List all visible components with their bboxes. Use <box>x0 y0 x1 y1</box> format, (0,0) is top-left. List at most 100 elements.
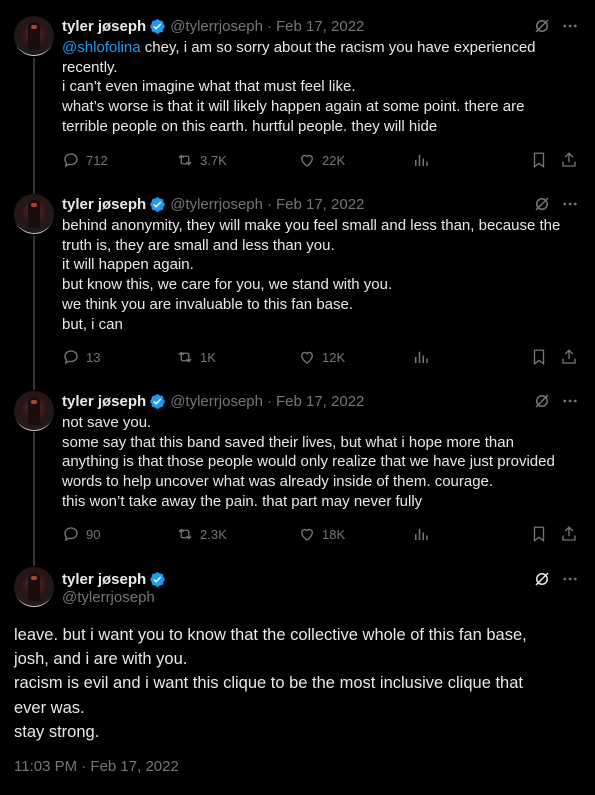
like-count: 12K <box>322 349 346 365</box>
avatar[interactable] <box>14 16 54 56</box>
reply-count: 90 <box>86 526 101 542</box>
repost-icon <box>178 351 192 363</box>
repost-button[interactable]: 3.7K <box>176 150 227 170</box>
verified-badge-icon <box>150 18 165 34</box>
more-icon[interactable] <box>561 392 579 410</box>
more-icon[interactable] <box>561 195 579 213</box>
avatar[interactable] <box>14 194 54 234</box>
bookmark-button[interactable] <box>530 524 548 544</box>
handle[interactable]: @tylerrjoseph <box>170 393 263 410</box>
reply-icon <box>64 527 78 542</box>
text-line: racism is evil and i want this clique to… <box>14 674 523 693</box>
views-button[interactable] <box>412 347 430 367</box>
tweet[interactable]: tyler jøseph @tylerrjoseph · Feb 17, 202… <box>0 178 595 378</box>
reply-icon <box>64 350 78 365</box>
reply-button[interactable]: 13 <box>62 347 100 367</box>
text-line: leave. but i want you to know that the c… <box>14 626 527 644</box>
separator: · <box>266 17 272 35</box>
more-icon[interactable] <box>561 570 579 588</box>
views-icon <box>415 528 428 540</box>
timestamp[interactable]: 11:03 PM · Feb 17, 2022 <box>14 758 179 775</box>
text-line: chey, i am so sorry about the racism you… <box>144 39 536 56</box>
share-button[interactable] <box>560 150 578 170</box>
repost-icon <box>178 528 192 540</box>
bookmark-icon <box>533 152 545 169</box>
text-line: josh, and i are with you. <box>14 650 188 669</box>
text-line: what’s worse is that it will likely happ… <box>62 98 525 116</box>
verified-badge-icon <box>150 571 165 587</box>
reply-button[interactable]: 712 <box>62 150 108 170</box>
text-line: recently. <box>62 58 118 76</box>
like-button[interactable]: 12K <box>298 347 345 367</box>
share-button[interactable] <box>560 524 578 544</box>
text-line: but know this, we care for you, we stand… <box>62 276 393 294</box>
date[interactable]: Feb 17, 2022 <box>276 196 364 213</box>
repost-count: 3.7K <box>200 152 227 168</box>
tweet[interactable]: tyler jøseph @tylerrjoseph · Feb 17, 202… <box>0 375 595 555</box>
handle[interactable]: @tylerrjoseph <box>170 18 263 35</box>
bookmark-button[interactable] <box>530 150 548 170</box>
tweet-text: @shlofolina chey, i am so sorry about th… <box>62 38 582 137</box>
like-button[interactable]: 18K <box>298 524 345 544</box>
display-name[interactable]: tyler jøseph <box>62 18 146 35</box>
action-bar: 712 3.7K 22K <box>62 150 582 170</box>
action-bar: 90 2.3K 18K <box>62 524 582 544</box>
text-line: terrible people on this earth. hurtful p… <box>62 117 438 135</box>
text-line: not save you. <box>62 414 152 431</box>
tweet-header: tyler jøseph @tylerrjoseph · Feb 17, 202… <box>62 194 364 214</box>
reply-count: 13 <box>86 349 101 365</box>
reply-button[interactable]: 90 <box>62 524 100 544</box>
like-icon <box>301 154 313 167</box>
handle[interactable]: @tylerrjoseph <box>170 196 263 213</box>
tweet-header: tyler jøseph @tylerrjoseph · Feb 17, 202… <box>62 16 364 36</box>
more-icon[interactable] <box>561 17 579 35</box>
views-icon <box>415 154 428 166</box>
repost-count: 2.3K <box>200 526 227 542</box>
views-button[interactable] <box>412 150 430 170</box>
bookmark-button[interactable] <box>530 347 548 367</box>
text-line: some say that this band saved their live… <box>62 433 514 451</box>
handle[interactable]: @tylerrjoseph <box>62 589 166 606</box>
like-icon <box>301 528 313 541</box>
like-icon <box>301 351 313 364</box>
reply-count: 712 <box>86 152 108 168</box>
verified-badge-icon <box>150 196 165 212</box>
display-name[interactable]: tyler jøseph <box>62 196 146 213</box>
share-button[interactable] <box>560 347 578 367</box>
like-count: 18K <box>322 526 346 542</box>
grok-icon[interactable] <box>533 195 551 213</box>
text-line: it will happen again. <box>62 256 194 274</box>
tweet-header: tyler jøseph @tylerrjoseph · Feb 17, 202… <box>62 391 364 411</box>
avatar[interactable] <box>14 567 54 607</box>
text-line: but, i can <box>62 315 123 333</box>
views-icon <box>415 351 428 363</box>
repost-icon <box>178 154 192 166</box>
avatar[interactable] <box>14 391 54 431</box>
text-line: ever was. <box>14 698 85 717</box>
grok-icon[interactable] <box>533 570 551 588</box>
reply-icon <box>64 153 78 168</box>
date[interactable]: Feb 17, 2022 <box>276 18 364 35</box>
grok-icon[interactable] <box>533 17 551 35</box>
action-bar: 13 1K 12K <box>62 347 582 367</box>
like-button[interactable]: 22K <box>298 150 345 170</box>
text-line: we think you are invaluable to this fan … <box>62 295 354 313</box>
tweet-text: behind anonymity, they will make you fee… <box>62 216 582 334</box>
text-line: anything is that those people would only… <box>62 453 555 471</box>
repost-button[interactable]: 1K <box>176 347 216 367</box>
repost-count: 1K <box>200 349 216 365</box>
display-name[interactable]: tyler jøseph <box>62 393 146 410</box>
separator: · <box>266 392 272 410</box>
display-name[interactable]: tyler jøseph <box>62 571 146 588</box>
views-button[interactable] <box>412 524 430 544</box>
mention-link[interactable]: @shlofolina <box>62 39 141 56</box>
share-icon <box>562 152 576 167</box>
date[interactable]: Feb 17, 2022 <box>276 393 364 410</box>
text-line: truth is, they are small and less than y… <box>62 236 335 254</box>
grok-icon[interactable] <box>533 392 551 410</box>
text-line: words to help uncover what was already i… <box>62 473 494 491</box>
separator: · <box>266 195 272 213</box>
tweet[interactable]: tyler jøseph @tylerrjoseph · Feb 17, 202… <box>0 0 595 180</box>
text-line: behind anonymity, they will make you fee… <box>62 217 561 234</box>
repost-button[interactable]: 2.3K <box>176 524 227 544</box>
